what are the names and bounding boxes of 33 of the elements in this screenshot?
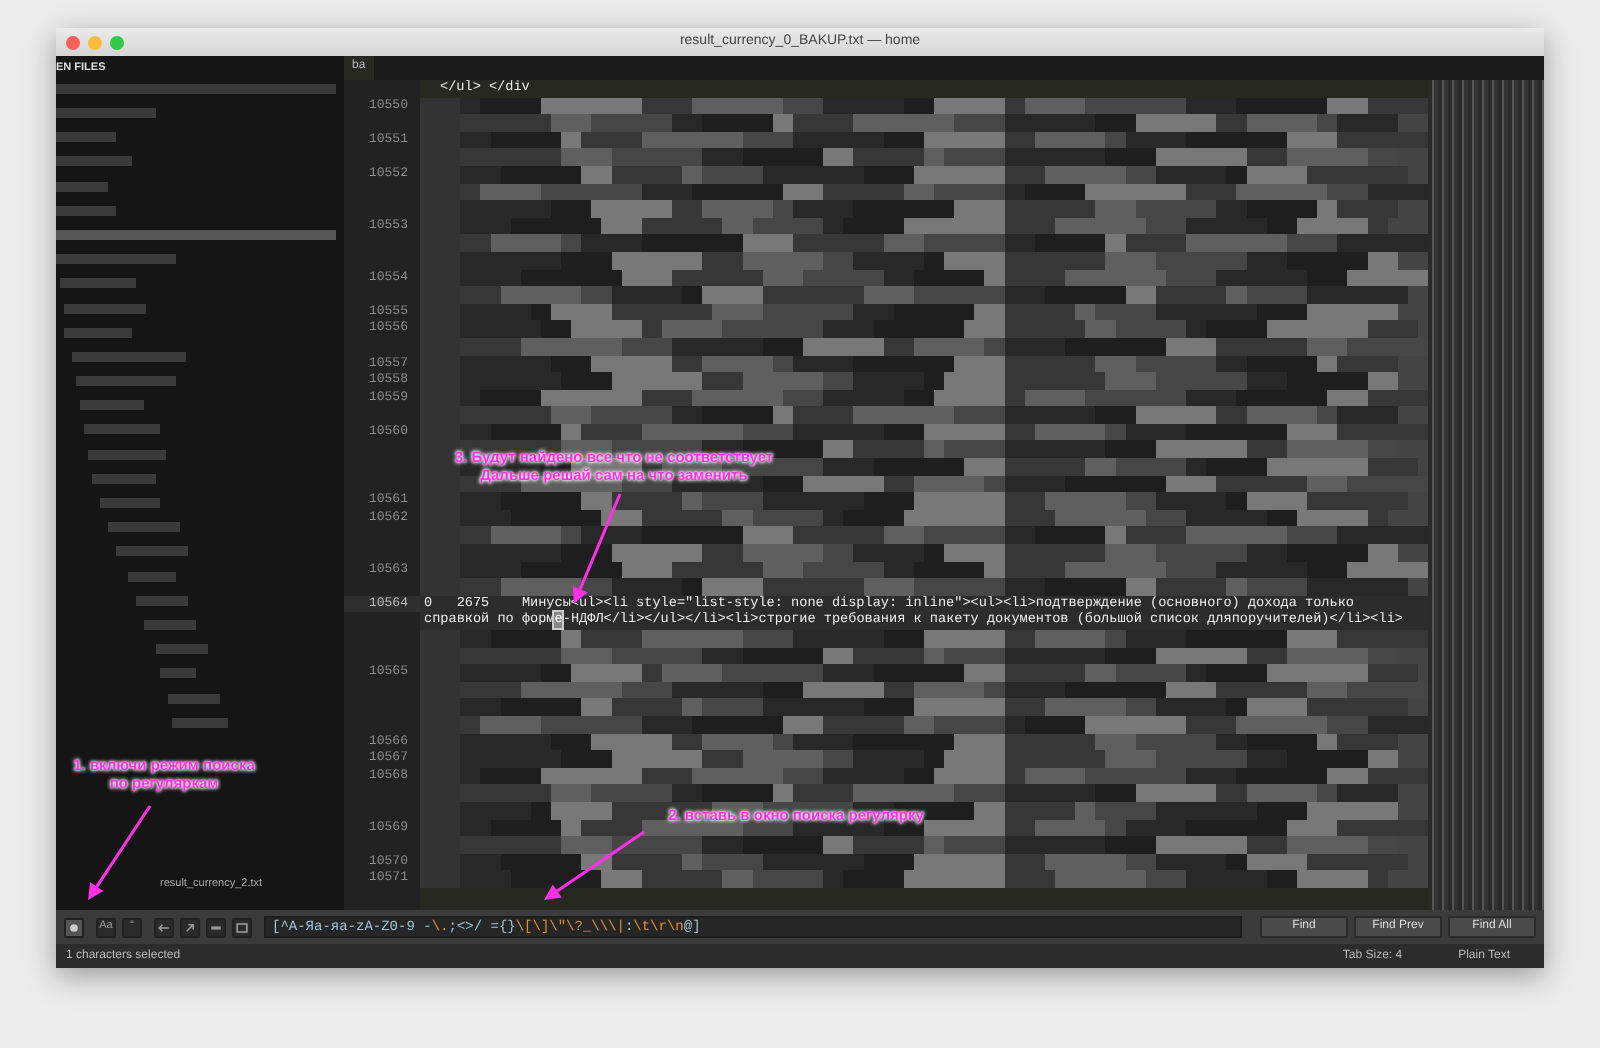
reverse-toggle[interactable] <box>154 917 174 937</box>
selection-toggle[interactable] <box>206 917 226 937</box>
square-icon <box>234 917 250 937</box>
regex-toggle[interactable] <box>64 917 84 937</box>
blurred-file-entry <box>88 449 166 460</box>
blurred-file-entry <box>100 498 160 509</box>
blurred-file-entry <box>116 546 188 557</box>
blurred-file-entry <box>160 668 196 679</box>
blurred-file-entry <box>168 693 220 704</box>
blurred-file-entry <box>136 595 188 606</box>
blurred-file-entry <box>156 644 208 655</box>
blurred-file-entry <box>72 351 186 362</box>
blurred-file-entry <box>56 132 116 143</box>
blurred-file-entry <box>84 424 160 435</box>
blurred-file-entry <box>56 181 108 192</box>
blurred-file-entry <box>80 400 144 411</box>
blurred-file-entry <box>56 156 132 167</box>
blurred-file-entry <box>56 254 176 265</box>
blurred-file-entry <box>64 327 132 338</box>
wrap-toggle[interactable] <box>180 917 200 937</box>
blurred-file-entry <box>76 376 176 387</box>
blurred-file-entry <box>144 619 196 630</box>
blurred-file-entry <box>64 303 146 314</box>
blurred-file-entry <box>56 108 156 119</box>
blurred-file-entry <box>128 571 176 582</box>
annotation-arrow <box>88 805 152 900</box>
highlight-toggle[interactable] <box>232 917 252 937</box>
blurred-file-entry <box>56 205 116 216</box>
blurred-file-entry <box>108 522 180 533</box>
blurred-file-entry <box>92 473 156 484</box>
annotation-arrow <box>544 830 645 900</box>
blurred-file-entry <box>60 278 136 289</box>
blurred-file-entry <box>172 717 228 728</box>
